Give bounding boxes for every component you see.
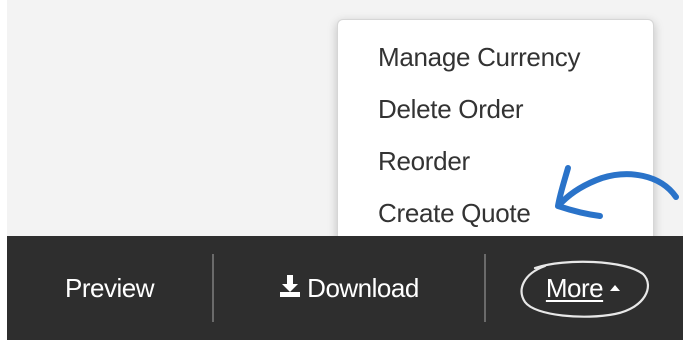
menu-item-delete-order[interactable]: Delete Order (378, 94, 524, 125)
menu-item-create-quote[interactable]: Create Quote (378, 198, 531, 229)
more-button[interactable]: More (483, 236, 683, 340)
download-label: Download (307, 272, 419, 303)
preview-button[interactable]: Preview (7, 236, 212, 340)
preview-label: Preview (65, 272, 154, 303)
menu-item-manage-currency[interactable]: Manage Currency (378, 42, 580, 73)
caret-up-icon (610, 285, 621, 291)
bottom-toolbar: Preview Download More (7, 236, 683, 340)
more-dropdown-menu: Manage Currency Delete Order Reorder Cre… (337, 19, 654, 250)
menu-item-reorder[interactable]: Reorder (378, 146, 470, 177)
download-button[interactable]: Download (213, 236, 485, 340)
more-label: More (545, 272, 604, 303)
download-icon (280, 275, 301, 297)
